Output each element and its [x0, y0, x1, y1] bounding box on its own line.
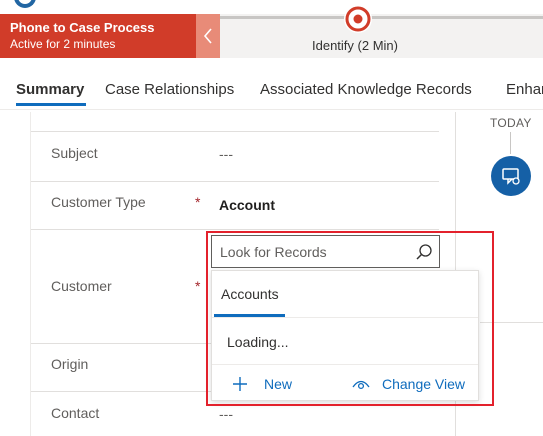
change-view-button[interactable]: Change View [352, 372, 465, 396]
new-record-label: New [264, 376, 293, 392]
collapse-process-button[interactable] [196, 14, 220, 58]
customer-label: Customer [51, 278, 112, 294]
change-view-label: Change View [382, 376, 466, 392]
app-logo [14, 0, 36, 8]
tab-enhanced[interactable]: Enhanced [506, 81, 543, 98]
tab-associated-knowledge-records[interactable]: Associated Knowledge Records [260, 81, 472, 98]
stage-label[interactable]: Identify (2 Min) [312, 38, 398, 53]
lookup-search-button[interactable] [413, 241, 435, 263]
timeline-activity-button[interactable] [491, 156, 531, 196]
row-separator [31, 343, 211, 344]
phone-call-icon [502, 168, 520, 185]
lookup-tab-accounts[interactable]: Accounts [221, 286, 279, 302]
active-stage-target-icon [345, 6, 371, 32]
row-separator [31, 131, 439, 132]
timeline-divider [480, 322, 543, 323]
contact-label: Contact [51, 405, 100, 421]
form-section-border [30, 112, 31, 436]
view-eye-icon [352, 380, 370, 390]
lookup-loading-text: Loading... [227, 334, 289, 350]
process-flyout-header[interactable]: Phone to Case Process Active for 2 minut… [0, 14, 196, 58]
subject-value[interactable]: --- [219, 146, 233, 162]
required-marker: * [195, 278, 201, 294]
customer-lookup-box [211, 235, 440, 268]
customer-lookup-input[interactable] [212, 236, 410, 267]
customer-type-value[interactable]: Account [219, 197, 275, 213]
new-record-button[interactable]: New [232, 372, 292, 396]
customer-type-label: Customer Type [51, 194, 146, 210]
required-marker: * [195, 194, 201, 210]
timeline-connector [510, 132, 511, 154]
timeline-today-label: TODAY [490, 116, 532, 130]
row-separator [31, 229, 439, 230]
stage-identify-button[interactable] [344, 5, 372, 33]
tab-summary[interactable]: Summary [16, 81, 84, 98]
stage-track [220, 16, 543, 19]
row-separator [31, 181, 439, 182]
process-duration: Active for 2 minutes [10, 37, 116, 51]
add-icon [233, 377, 247, 391]
search-icon [416, 244, 432, 260]
subject-label: Subject [51, 145, 98, 161]
lookup-results-flyout: Accounts Loading... New Change View [211, 270, 479, 401]
row-separator [31, 391, 211, 392]
active-tab-indicator [16, 103, 86, 106]
origin-label: Origin [51, 356, 89, 372]
contact-value[interactable]: --- [219, 406, 233, 422]
tab-case-relationships[interactable]: Case Relationships [105, 81, 234, 98]
flyout-divider [212, 317, 478, 318]
flyout-divider [212, 364, 478, 365]
form-tab-bar: Summary Case Relationships Associated Kn… [0, 72, 543, 110]
chevron-left-icon [203, 28, 212, 44]
process-title: Phone to Case Process [10, 20, 155, 35]
